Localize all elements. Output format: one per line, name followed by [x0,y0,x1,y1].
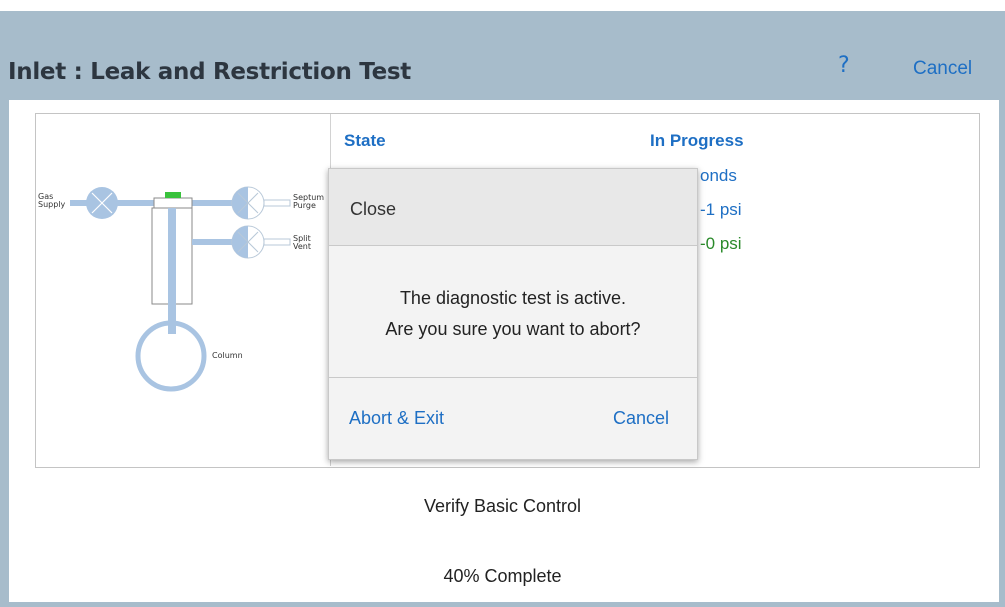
dialog-cancel-button[interactable]: Cancel [613,408,669,429]
inlet-liner-tube [168,208,176,304]
frame-right-border [999,100,1005,607]
gas-supply-label-2: Supply [38,200,66,209]
state-label: State [344,131,386,150]
column-label: Column [212,351,243,360]
dialog-footer: Abort & Exit Cancel [329,378,697,459]
page-title: Inlet : Leak and Restriction Test [8,59,411,85]
abort-confirm-dialog: Close The diagnostic test is active. Are… [328,168,698,460]
pressure-setpoint-value: -0 psi [700,234,742,253]
septum-marker [165,192,181,198]
column-tube [168,304,176,334]
test-window: Inlet : Leak and Restriction Test ? Canc… [0,0,1005,607]
elapsed-time-value: onds [700,166,737,185]
inlet-flow-diagram: Gas Supply Septum Purge Split Vent Colum… [38,186,324,392]
frame-left-border [0,100,9,607]
abort-exit-button[interactable]: Abort & Exit [349,408,444,429]
dialog-message-line1: The diagnostic test is active. [399,288,627,308]
dialog-message-line2: Are you sure you want to abort? [385,319,641,339]
dialog-body: The diagnostic test is active. Are you s… [329,246,697,378]
state-value: In Progress [650,131,744,150]
split-vent-valve-icon [231,225,291,259]
header-bar: Inlet : Leak and Restriction Test ? Canc… [0,11,1005,100]
dialog-title: Close [350,199,397,219]
septum-purge-valve-icon [231,186,291,220]
current-step-text: Verify Basic Control [423,496,582,516]
gas-supply-valve-icon [86,187,118,219]
top-strip [0,0,1005,11]
pressure-value: -1 psi [700,200,742,219]
split-vent-label-2: Vent [293,242,311,251]
inlet-top-block [153,197,193,209]
septum-purge-label-2: Purge [293,201,316,210]
help-icon[interactable]: ? [838,53,850,78]
progress-percent-text: 40% Complete [443,566,562,586]
frame-bottom-border [0,602,1005,607]
header-cancel-button[interactable]: Cancel [913,58,972,80]
dialog-header: Close [329,169,697,246]
